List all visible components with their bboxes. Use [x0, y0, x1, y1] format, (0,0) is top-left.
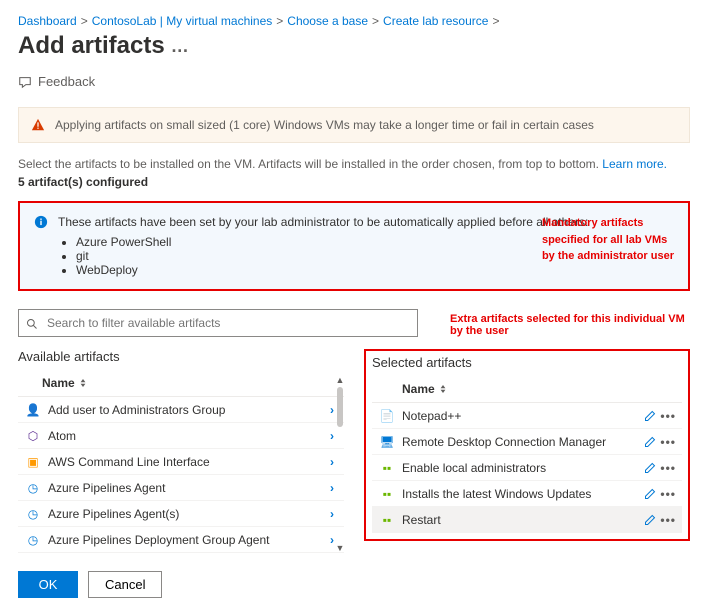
- info-icon: [34, 215, 48, 229]
- sort-icon: [439, 385, 447, 393]
- person-icon: 👤: [24, 403, 42, 417]
- edit-icon[interactable]: [644, 435, 656, 449]
- chevron-right-icon: >: [492, 14, 499, 28]
- more-icon[interactable]: •••: [660, 435, 676, 449]
- selected-artifact-row[interactable]: ▪▪ Enable local administrators •••: [372, 455, 682, 481]
- more-icon[interactable]: •••: [660, 513, 676, 527]
- selected-artifact-row[interactable]: 🖥 Remote Desktop Connection Manager •••: [372, 429, 682, 455]
- available-scrollbar[interactable]: ▲ ▼: [334, 375, 346, 553]
- selected-heading: Selected artifacts: [372, 355, 682, 370]
- mandatory-artifacts-box: These artifacts have been set by your la…: [18, 201, 690, 291]
- breadcrumb-item[interactable]: ContosoLab | My virtual machines: [92, 14, 273, 28]
- aws-icon: ▣: [24, 455, 42, 469]
- selected-artifact-row[interactable]: 📄 Notepad++ •••: [372, 403, 682, 429]
- warning-banner: Applying artifacts on small sized (1 cor…: [18, 107, 690, 143]
- edit-icon[interactable]: [644, 409, 656, 423]
- feedback-link[interactable]: Feedback: [18, 74, 690, 89]
- notepad-icon: 📄: [378, 409, 396, 423]
- scroll-up-icon[interactable]: ▲: [336, 375, 345, 385]
- cancel-button[interactable]: Cancel: [88, 571, 162, 598]
- selected-artifact-row[interactable]: ▪▪ Restart •••: [372, 507, 682, 533]
- available-artifact-row[interactable]: ◷Azure Pipelines Agent(s)›: [18, 501, 344, 527]
- feedback-label: Feedback: [38, 74, 95, 89]
- breadcrumb-item[interactable]: Create lab resource: [383, 14, 488, 28]
- edit-icon[interactable]: [644, 461, 656, 475]
- available-artifact-row[interactable]: ⬡Atom›: [18, 423, 344, 449]
- more-icon[interactable]: •••: [660, 487, 676, 501]
- artifact-label: AWS Command Line Interface: [48, 455, 330, 469]
- available-header-name[interactable]: Name: [18, 372, 344, 397]
- search-row: Extra artifacts selected for this indivi…: [18, 309, 690, 337]
- artifact-label: Azure Pipelines Agent: [48, 481, 330, 495]
- mandatory-item: Azure PowerShell: [76, 235, 588, 249]
- artifact-label: Installs the latest Windows Updates: [402, 487, 644, 501]
- selected-header-name[interactable]: Name: [372, 378, 682, 403]
- available-heading: Available artifacts: [18, 349, 344, 364]
- pipelines-icon: ◷: [24, 507, 42, 521]
- breadcrumb-item[interactable]: Dashboard: [18, 14, 77, 28]
- sort-icon: [79, 379, 87, 387]
- available-artifact-row[interactable]: ▣AWS Command Line Interface›: [18, 449, 344, 475]
- available-artifact-row[interactable]: ◷Azure Pipelines Agent›: [18, 475, 344, 501]
- available-artifact-row[interactable]: 👤Add user to Administrators Group›: [18, 397, 344, 423]
- learn-more-link[interactable]: Learn more.: [602, 157, 667, 171]
- configured-count: 5 artifact(s) configured: [18, 175, 690, 189]
- mandatory-annotation: Mandatory artifactsspecified for all lab…: [542, 215, 674, 265]
- search-input[interactable]: [18, 309, 418, 337]
- chevron-right-icon: >: [81, 14, 88, 28]
- artifact-label: Add user to Administrators Group: [48, 403, 330, 417]
- breadcrumb-item[interactable]: Choose a base: [287, 14, 368, 28]
- edit-icon[interactable]: [644, 487, 656, 501]
- pipelines-icon: ◷: [24, 481, 42, 495]
- edit-icon[interactable]: [644, 513, 656, 527]
- page-title-text: Add artifacts: [18, 32, 165, 60]
- updates-icon: ▪▪: [378, 487, 396, 501]
- artifact-label: Azure Pipelines Agent(s): [48, 507, 330, 521]
- breadcrumb[interactable]: Dashboard>ContosoLab | My virtual machin…: [18, 14, 690, 28]
- more-icon[interactable]: •••: [660, 461, 676, 475]
- chevron-right-icon: >: [372, 14, 379, 28]
- selected-artifact-row[interactable]: ▪▪ Installs the latest Windows Updates •••: [372, 481, 682, 507]
- description: Select the artifacts to be installed on …: [18, 157, 690, 171]
- mandatory-text: These artifacts have been set by your la…: [58, 215, 588, 229]
- search-icon: [26, 315, 38, 330]
- mandatory-item: git: [76, 249, 588, 263]
- scroll-down-icon[interactable]: ▼: [336, 543, 345, 553]
- chevron-right-icon: >: [276, 14, 283, 28]
- more-icon[interactable]: •••: [660, 409, 676, 423]
- page-title: Add artifacts …: [18, 32, 690, 60]
- selected-column: Selected artifacts Name 📄 Notepad++ ••• 🖥 Re…: [364, 349, 690, 553]
- available-artifact-row[interactable]: ◷Azure Pipelines Deployment Group Agent›: [18, 527, 344, 553]
- warning-text: Applying artifacts on small sized (1 cor…: [55, 118, 594, 132]
- scroll-thumb[interactable]: [337, 387, 343, 427]
- extra-annotation: Extra artifacts selected for this indivi…: [450, 313, 690, 337]
- artifact-label: Remote Desktop Connection Manager: [402, 435, 644, 449]
- warning-icon: [31, 118, 45, 132]
- pipelines-icon: ◷: [24, 533, 42, 547]
- restart-icon: ▪▪: [378, 513, 396, 527]
- artifact-label: Enable local administrators: [402, 461, 644, 475]
- atom-icon: ⬡: [24, 429, 42, 443]
- artifact-label: Azure Pipelines Deployment Group Agent: [48, 533, 330, 547]
- artifact-label: Restart: [402, 513, 644, 527]
- artifact-label: Atom: [48, 429, 330, 443]
- available-column: Available artifacts Name 👤 Add user to Ad…: [18, 349, 344, 553]
- admins-icon: ▪▪: [378, 461, 396, 475]
- mandatory-item: WebDeploy: [76, 263, 588, 277]
- artifact-label: Notepad++: [402, 409, 644, 423]
- rdcm-icon: 🖥: [378, 435, 396, 449]
- ok-button[interactable]: OK: [18, 571, 78, 598]
- title-more-icon[interactable]: …: [171, 36, 190, 57]
